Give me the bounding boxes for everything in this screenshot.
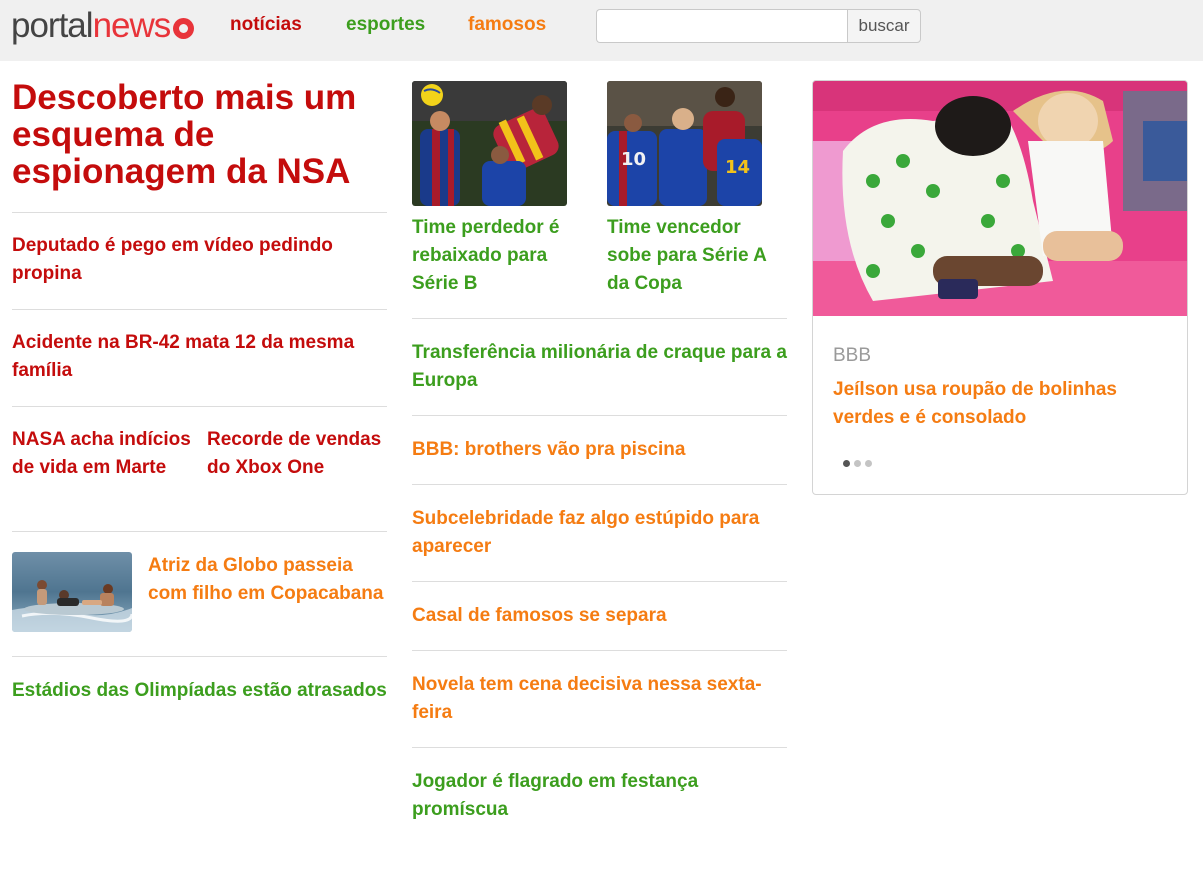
story-xbox[interactable]: Recorde de vendas do Xbox One [207,426,387,482]
nav-esportes[interactable]: esportes [346,14,425,36]
soccer-image-loser [412,81,567,206]
divider [12,406,387,407]
soccer-thumbnail-winner[interactable]: 10 14 [607,81,762,206]
divider [12,309,387,310]
nav-famosos[interactable]: famosos [468,14,546,36]
bbb-photo [813,81,1187,316]
svg-text:10: 10 [621,149,646,170]
svg-text:14: 14 [725,157,750,178]
logo-record-icon [173,18,195,39]
story-time-vencedor[interactable]: Time vencedor sobe para Série A da Copa [607,214,787,298]
divider [12,656,387,657]
carousel-indicators [843,460,872,467]
story-atriz-globo[interactable]: Atriz da Globo passeia com filho em Copa… [148,552,388,608]
story-transferencia[interactable]: Transferência milionária de craque para … [412,339,787,395]
search-input[interactable] [596,9,848,43]
card-title[interactable]: Jeílson usa roupão de bolinhas verdes e … [833,376,1173,432]
soccer-thumbnail-loser[interactable] [412,81,567,206]
carousel-dot[interactable] [843,460,850,467]
main-headline[interactable]: Descoberto mais um esquema de espionagem… [12,79,392,190]
divider [12,212,387,213]
search-button[interactable]: buscar [847,9,921,43]
divider [412,650,787,651]
carousel-dot[interactable] [854,460,861,467]
story-novela[interactable]: Novela tem cena decisiva nessa sexta-fei… [412,671,787,727]
story-casal-famosos[interactable]: Casal de famosos se separa [412,602,787,630]
divider [412,581,787,582]
story-nasa[interactable]: NASA acha indícios de vida em Marte [12,426,192,482]
divider [412,484,787,485]
divider [412,318,787,319]
carousel-dot[interactable] [865,460,872,467]
featured-image[interactable] [813,81,1187,316]
story-acidente[interactable]: Acidente na BR-42 mata 12 da mesma famíl… [12,329,387,385]
site-header: portal news notícias esportes famosos bus… [0,0,1203,61]
card-category[interactable]: BBB [833,345,871,367]
story-subcelebridade[interactable]: Subcelebridade faz algo estúpido para ap… [412,505,787,561]
story-jogador[interactable]: Jogador é flagrado em festança promíscua [412,768,787,824]
story-estadios[interactable]: Estádios das Olimpíadas estão atrasados [12,677,387,705]
logo-portal-text: portal [11,6,94,45]
story-bbb-piscina[interactable]: BBB: brothers vão pra piscina [412,436,787,464]
story-deputado[interactable]: Deputado é pego em vídeo pedindo propina [12,232,387,288]
divider [412,415,787,416]
story-time-perdedor[interactable]: Time perdedor é rebaixado para Série B [412,214,577,298]
divider [12,531,387,532]
beach-image [12,552,132,632]
divider [412,747,787,748]
logo-news-text: news [92,6,172,45]
portalnews-logo[interactable]: portal news [11,6,195,47]
beach-thumbnail[interactable] [12,552,132,632]
nav-noticias[interactable]: notícias [230,14,302,36]
soccer-image-winner: 10 14 [607,81,762,206]
featured-card[interactable]: BBB Jeílson usa roupão de bolinhas verde… [812,80,1188,495]
